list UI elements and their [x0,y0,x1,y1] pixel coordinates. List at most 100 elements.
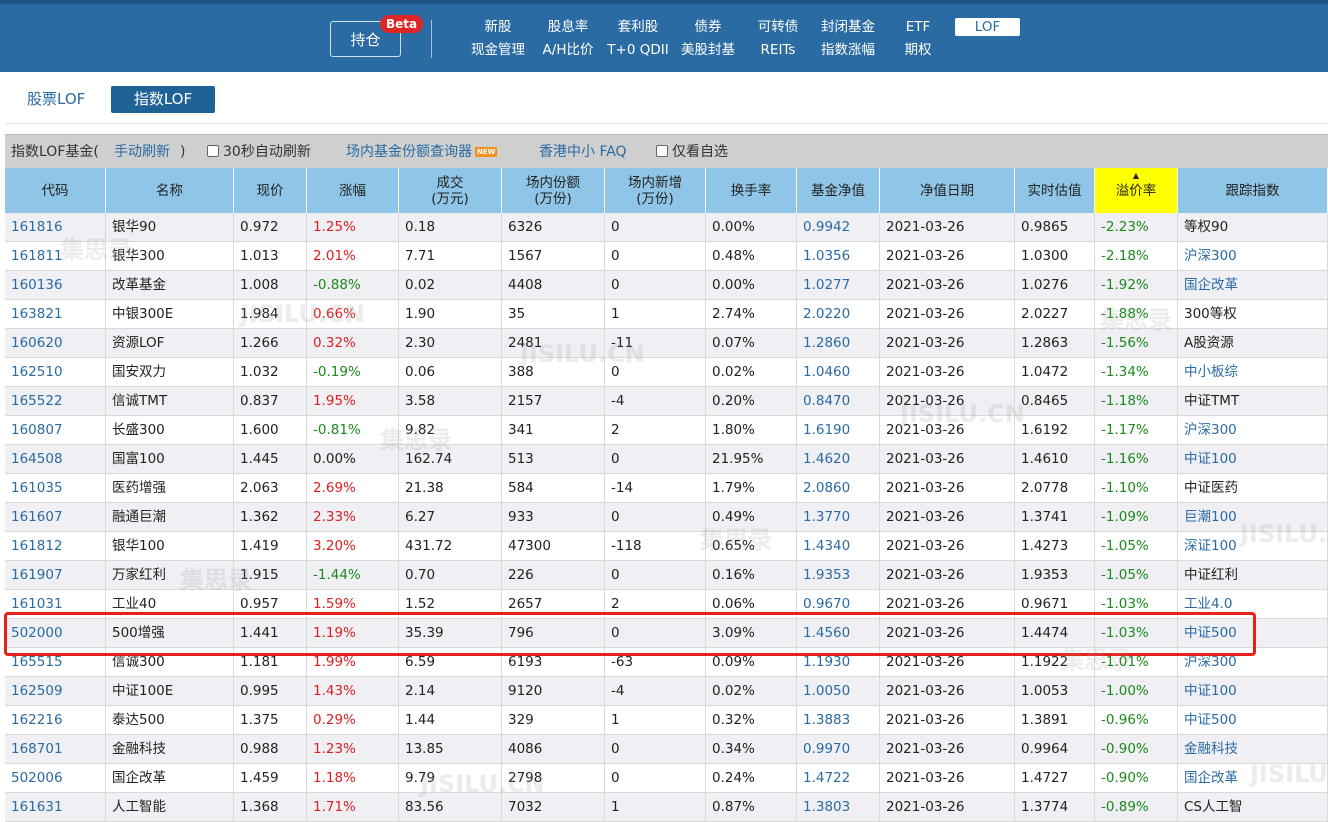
cell-index[interactable]: 工业4.0 [1178,590,1328,619]
cell-code[interactable]: 161812 [5,532,106,561]
header-col-estimate[interactable]: 实时估值 [1015,168,1095,213]
header-col-name[interactable]: 名称 [106,168,234,213]
cell-estimate: 1.4727 [1015,764,1095,793]
cell-nav[interactable]: 0.9970 [797,735,880,764]
nav-item-us-closed[interactable]: 美股封基 [678,40,738,60]
cell-nav[interactable]: 1.4560 [797,619,880,648]
cell-code[interactable]: 161031 [5,590,106,619]
cell-nav[interactable]: 2.0220 [797,300,880,329]
cell-code[interactable]: 165522 [5,387,106,416]
cell-nav[interactable]: 2.0860 [797,474,880,503]
only-selected-checkbox[interactable] [656,145,668,157]
manual-refresh-link[interactable]: 手动刷新 [114,135,170,169]
nav-item-cash[interactable]: 现金管理 [468,40,528,60]
cell-code[interactable]: 160807 [5,416,106,445]
cell-nav[interactable]: 0.9942 [797,213,880,242]
header-col-volume[interactable]: 成交 (万元) [399,168,502,213]
cell-code[interactable]: 168701 [5,735,106,764]
nav-item-lof[interactable]: LOF [955,18,1020,36]
header-col-shares[interactable]: 场内份额 (万份) [502,168,605,213]
nav-item-etf[interactable]: ETF [898,17,938,37]
nav-item-index-change[interactable]: 指数涨幅 [818,40,878,60]
table-toolbar: 指数LOF基金( 手动刷新 ) 30秒自动刷新 场内基金份额查询器 NEW 香港中… [5,134,1328,168]
cell-volume: 6.27 [399,503,502,532]
cell-code[interactable]: 162216 [5,706,106,735]
cell-index[interactable]: 中证100 [1178,677,1328,706]
cell-nav[interactable]: 1.0356 [797,242,880,271]
nav-item-reits[interactable]: REITs [753,40,803,60]
cell-nav[interactable]: 1.9353 [797,561,880,590]
cell-volume: 9.79 [399,764,502,793]
header-col-nav[interactable]: 基金净值 [797,168,880,213]
cell-code[interactable]: 160136 [5,271,106,300]
nav-item-convertible[interactable]: 可转债 [753,17,803,37]
cell-nav[interactable]: 1.4340 [797,532,880,561]
cell-code[interactable]: 165515 [5,648,106,677]
cell-index[interactable]: 中证500 [1178,706,1328,735]
tab-stock-lof[interactable]: 股票LOF [27,88,85,110]
cell-code[interactable]: 160620 [5,329,106,358]
header-col-nav-date[interactable]: 净值日期 [880,168,1015,213]
cell-code[interactable]: 161035 [5,474,106,503]
cell-index[interactable]: 巨潮100 [1178,503,1328,532]
cell-index[interactable]: 中证100 [1178,445,1328,474]
only-selected-option[interactable]: 仅看自选 [656,135,728,169]
cell-nav[interactable]: 1.3883 [797,706,880,735]
cell-code[interactable]: 164508 [5,445,106,474]
cell-code[interactable]: 162509 [5,677,106,706]
nav-item-closed-fund[interactable]: 封闭基金 [818,17,878,37]
header-col-index[interactable]: 跟踪指数 [1178,168,1328,213]
header-col-price[interactable]: 现价 [234,168,307,213]
header-col-change[interactable]: 涨幅 [307,168,399,213]
cell-nav[interactable]: 1.0460 [797,358,880,387]
cell-nav[interactable]: 1.4620 [797,445,880,474]
cell-index[interactable]: 中小板综 [1178,358,1328,387]
cell-code[interactable]: 161907 [5,561,106,590]
cell-nav[interactable]: 0.8470 [797,387,880,416]
nav-item-qdii[interactable]: T+0 QDII [606,40,670,60]
nav-item-bonds[interactable]: 债券 [688,17,728,37]
cell-name: 银华300 [106,242,234,271]
cell-nav[interactable]: 1.0277 [797,271,880,300]
cell-nav[interactable]: 1.1930 [797,648,880,677]
cell-volume: 0.70 [399,561,502,590]
cell-code[interactable]: 161811 [5,242,106,271]
header-col-code[interactable]: 代码 [5,168,106,213]
header-col-turnover[interactable]: 换手率 [706,168,797,213]
share-query-tool-link[interactable]: 场内基金份额查询器 NEW [346,135,498,169]
cell-volume: 0.06 [399,358,502,387]
nav-item-ah[interactable]: A/H比价 [538,40,598,60]
cell-code[interactable]: 502006 [5,764,106,793]
cell-nav[interactable]: 1.3770 [797,503,880,532]
nav-item-arbitrage[interactable]: 套利股 [615,17,661,37]
auto-refresh-checkbox[interactable] [207,145,219,157]
cell-nav[interactable]: 1.2860 [797,329,880,358]
cell-nav[interactable]: 1.0050 [797,677,880,706]
cell-index[interactable]: 深证100 [1178,532,1328,561]
cell-code[interactable]: 161816 [5,213,106,242]
cell-code[interactable]: 162510 [5,358,106,387]
cell-index[interactable]: 国企改革 [1178,271,1328,300]
cell-index[interactable]: 金融科技 [1178,735,1328,764]
nav-item-options[interactable]: 期权 [898,40,938,60]
tab-index-lof[interactable]: 指数LOF [111,86,215,113]
cell-code[interactable]: 161607 [5,503,106,532]
cell-index[interactable]: 沪深300 [1178,648,1328,677]
cell-index[interactable]: 沪深300 [1178,242,1328,271]
header-col-share-increase[interactable]: 场内新增 (万份) [605,168,706,213]
cell-code[interactable]: 502000 [5,619,106,648]
faq-link[interactable]: 香港中小 FAQ [539,135,627,169]
cell-nav[interactable]: 0.9670 [797,590,880,619]
header-col-premium[interactable]: 溢价率 ▲ [1095,168,1178,213]
auto-refresh-option[interactable]: 30秒自动刷新 [207,135,311,169]
nav-item-new-stocks[interactable]: 新股 [478,17,518,37]
cell-nav[interactable]: 1.4722 [797,764,880,793]
cell-nav[interactable]: 1.6190 [797,416,880,445]
cell-index[interactable]: 沪深300 [1178,416,1328,445]
cell-index[interactable]: 中证500 [1178,619,1328,648]
nav-item-dividend[interactable]: 股息率 [545,17,591,37]
cell-code[interactable]: 163821 [5,300,106,329]
cell-index[interactable]: 国企改革 [1178,764,1328,793]
cell-nav[interactable]: 1.3803 [797,793,880,822]
cell-code[interactable]: 161631 [5,793,106,822]
